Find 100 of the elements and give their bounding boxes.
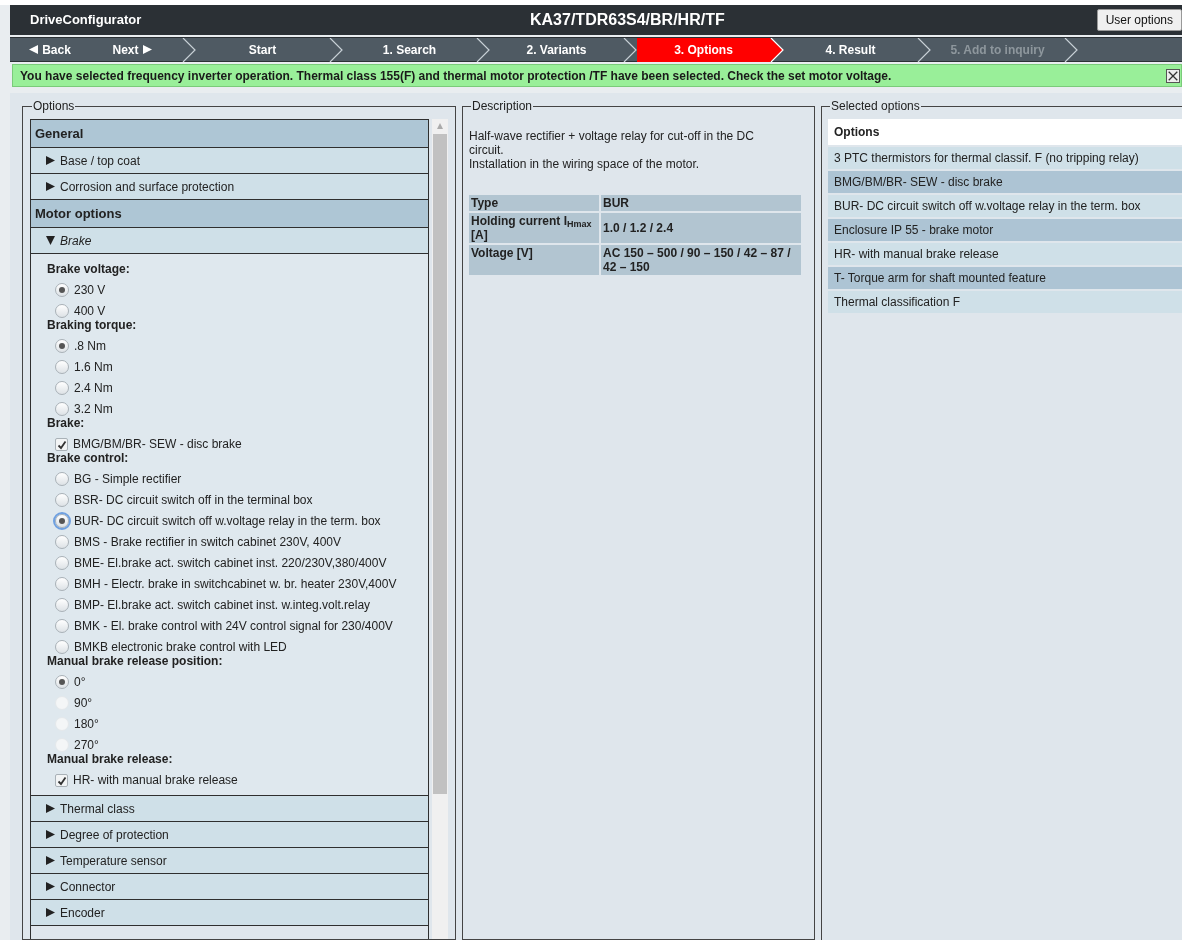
- expand-triangle-icon: [46, 856, 55, 865]
- chevron-separator-icon: [623, 37, 637, 62]
- option-group-heading: Braking torque:: [47, 318, 138, 332]
- option-group-header: General: [31, 120, 428, 148]
- radio-button[interactable]: [55, 283, 69, 297]
- chevron-separator-icon: [476, 37, 490, 62]
- chevron-separator-icon: [329, 37, 343, 62]
- expand-triangle-icon: [46, 804, 55, 813]
- chevron-separator-icon: [1064, 37, 1078, 62]
- radio-button[interactable]: [55, 339, 69, 353]
- selected-options-header: Options: [828, 119, 1182, 145]
- option-label: BUR- DC circuit switch off w.voltage relay in the term. box: [74, 514, 381, 528]
- option-category-row[interactable]: Degree of protection: [31, 822, 428, 848]
- option-label: BG - Simple rectifier: [74, 472, 182, 486]
- option-group-heading: Brake voltage:: [47, 262, 131, 276]
- back-button[interactable]: Back: [18, 37, 82, 62]
- spec-value-cell: AC 150 – 500 / 90 – 150 / 42 – 87 / 42 – 150: [601, 245, 801, 275]
- option-label: 90°: [74, 696, 93, 710]
- description-text: Installation in the wiring space of the motor.: [469, 157, 701, 171]
- app-name: DriveConfigurator: [30, 11, 143, 30]
- wizard-step-tab[interactable]: 1. Search: [343, 37, 476, 62]
- radio-button[interactable]: [55, 619, 69, 633]
- checkbox[interactable]: [55, 438, 68, 451]
- panel-legend: Selected options: [830, 97, 921, 115]
- option-category-row[interactable]: Brake: [31, 228, 428, 254]
- selected-option-row: T- Torque arm for shaft mounted feature: [828, 267, 1182, 289]
- option-label: BMKB electronic brake control with LED: [74, 640, 287, 654]
- spec-label-cell: Holding current I$_{Hmax}$ [A]: [469, 213, 599, 243]
- user-options-button[interactable]: User options: [1096, 9, 1182, 32]
- expand-triangle-icon: [46, 182, 55, 191]
- spec-label-cell: Type: [469, 195, 599, 211]
- option-group-heading: Manual brake release:: [47, 752, 174, 766]
- option-label: 270°: [74, 738, 99, 752]
- expand-triangle-icon: [46, 830, 55, 839]
- scroll-up-icon: [436, 123, 444, 129]
- wizard-step-tab[interactable]: 4. Result: [784, 37, 917, 62]
- option-label: BMH - Electr. brake in switchcabinet w. br. heater 230V,400V: [74, 577, 397, 591]
- option-label: BMS - Brake rectifier in switch cabinet 230V, 400V: [74, 535, 342, 549]
- close-icon[interactable]: [1166, 68, 1180, 83]
- option-category-row[interactable]: Base / top coat: [31, 148, 428, 174]
- option-group-header: Motor options: [31, 200, 428, 228]
- wizard-step-tab[interactable]: Start: [196, 37, 329, 62]
- option-category-row[interactable]: Temperature sensor: [31, 848, 428, 874]
- wizard-step-tab[interactable]: 2. Variants: [490, 37, 623, 62]
- selected-option-row: BUR- DC circuit switch off w.voltage relay in the term. box: [828, 195, 1182, 217]
- radio-button[interactable]: [55, 514, 69, 528]
- next-arrow-icon: [142, 45, 152, 55]
- checkbox[interactable]: [55, 774, 68, 787]
- selected-option-row: BMG/BM/BR- SEW - disc brake: [828, 171, 1182, 193]
- option-label: 400 V: [74, 304, 106, 318]
- radio-button[interactable]: [55, 402, 69, 416]
- option-category-row[interactable]: Encoder: [31, 900, 428, 926]
- spec-value-cell: 1.0 / 1.2 / 2.4: [601, 213, 801, 243]
- radio-button[interactable]: [55, 675, 69, 689]
- radio-button[interactable]: [55, 577, 69, 591]
- radio-button[interactable]: [55, 535, 69, 549]
- option-group-heading: Brake:: [47, 416, 86, 430]
- radio-button[interactable]: [55, 360, 69, 374]
- next-button[interactable]: Next: [82, 37, 182, 62]
- radio-button[interactable]: [55, 304, 69, 318]
- option-label: 0°: [74, 675, 86, 689]
- chevron-separator-icon: [182, 37, 196, 62]
- selected-option-row: 3 PTC thermistors for thermal classif. F (no tripping relay): [828, 147, 1182, 169]
- radio-button[interactable]: [55, 493, 69, 507]
- option-label: 180°: [74, 717, 99, 731]
- option-label: BMP- El.brake act. switch cabinet inst. w.integ.volt.relay: [74, 598, 371, 612]
- option-label: 3.2 Nm: [74, 402, 113, 416]
- option-category-row[interactable]: Corrosion and surface protection: [31, 174, 428, 200]
- spec-label-cell: Voltage [V]: [469, 245, 599, 275]
- chevron-separator-icon: [770, 37, 784, 62]
- panel-legend: Options: [32, 98, 76, 115]
- option-label: BMK - El. brake control with 24V control signal for 230/400V: [74, 619, 393, 633]
- option-label: 1.6 Nm: [74, 360, 113, 374]
- scrollbar[interactable]: [432, 119, 448, 939]
- option-category-row[interactable]: Thermal class: [31, 796, 428, 822]
- radio-button[interactable]: [55, 598, 69, 612]
- option-label: BMG/BM/BR- SEW - disc brake: [73, 437, 242, 451]
- radio-button[interactable]: [55, 472, 69, 486]
- info-message: You have selected frequency inverter operation. Thermal class 155(F) and thermal motor protection /TF have been selected. Check the set motor voltage.: [20, 67, 893, 85]
- window-title: KA37/TDR63S4/BR/HR/TF: [530, 10, 726, 31]
- selected-option-row: Thermal classification F: [828, 291, 1182, 313]
- radio-button[interactable]: [55, 640, 69, 654]
- chevron-separator-icon: [917, 37, 931, 62]
- selected-option-row: HR- with manual brake release: [828, 243, 1182, 265]
- option-label: 2.4 Nm: [74, 381, 113, 395]
- expand-triangle-icon: [46, 156, 55, 165]
- option-category-row[interactable]: Connector: [31, 874, 428, 900]
- expand-triangle-icon: [46, 908, 55, 917]
- option-label: .8 Nm: [74, 339, 106, 353]
- back-arrow-icon: [29, 45, 39, 55]
- description-text: Half-wave rectifier + voltage relay for cut-off in the DC circuit.: [469, 129, 755, 157]
- option-label: 230 V: [74, 283, 106, 297]
- spec-value-cell: BUR: [601, 195, 801, 211]
- radio-button[interactable]: [55, 556, 69, 570]
- radio-button[interactable]: [55, 381, 69, 395]
- collapse-triangle-icon: [46, 236, 55, 245]
- option-label: HR- with manual brake release: [73, 773, 238, 787]
- option-group-heading: Manual brake release position:: [47, 654, 224, 668]
- expand-triangle-icon: [46, 882, 55, 891]
- option-group-heading: Brake control:: [47, 451, 130, 465]
